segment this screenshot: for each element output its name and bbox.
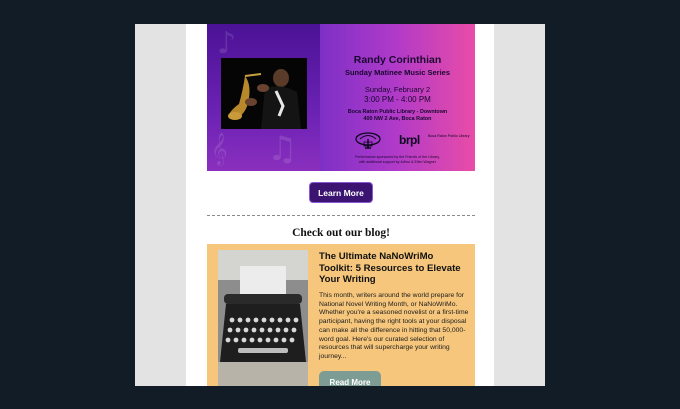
- event-time: 3:00 PM - 4:00 PM: [364, 95, 431, 104]
- venue-address: 400 NW 2 Ave, Boca Raton: [363, 116, 432, 122]
- blog-card: The Ultimate NaNoWriMo Toolkit: 5 Resour…: [207, 244, 475, 386]
- tree-logo-icon: [355, 132, 381, 149]
- library-logo-subtext: Boca Raton Public Library: [428, 134, 470, 138]
- library-logo: brpl: [399, 133, 420, 147]
- music-note-icon: ♪: [217, 26, 237, 61]
- event-venue: Boca Raton Public Library - Downtown 400…: [320, 109, 475, 123]
- email-body: ♪ ♫ 𝄞 Randy Corinthian Sunday Matinee Mu…: [186, 24, 494, 386]
- performer-photo: [221, 58, 307, 129]
- read-more-button[interactable]: Read More: [319, 371, 381, 386]
- venue-name: Boca Raton Public Library - Downtown: [347, 109, 448, 115]
- learn-more-button[interactable]: Learn More: [309, 182, 373, 203]
- sponsor-logos: brpl Boca Raton Public Library: [355, 131, 475, 151]
- section-divider: [207, 215, 475, 216]
- blog-post-excerpt: This month, writers around the world pre…: [319, 292, 469, 360]
- email-viewport[interactable]: ♪ ♫ 𝄞 Randy Corinthian Sunday Matinee Mu…: [135, 24, 545, 386]
- event-series: Sunday Matinee Music Series: [344, 68, 451, 77]
- event-date: Sunday, February 2: [364, 85, 431, 94]
- event-details: Randy Corinthian Sunday Matinee Music Se…: [320, 54, 475, 123]
- music-note-icon: ♫: [267, 129, 298, 169]
- treble-clef-icon: 𝄞: [211, 132, 228, 165]
- blog-post-title[interactable]: The Ultimate NaNoWriMo Toolkit: 5 Resour…: [319, 251, 469, 286]
- typewriter-image: [218, 250, 308, 386]
- blog-heading: Check out our blog!: [292, 227, 390, 239]
- event-credit: Performance sponsored by the Friends of …: [320, 155, 475, 164]
- credit-line: with additional support by Arthur & Elle…: [359, 159, 436, 164]
- event-banner: ♪ ♫ 𝄞 Randy Corinthian Sunday Matinee Mu…: [207, 24, 475, 171]
- performer-name: Randy Corinthian: [353, 54, 442, 66]
